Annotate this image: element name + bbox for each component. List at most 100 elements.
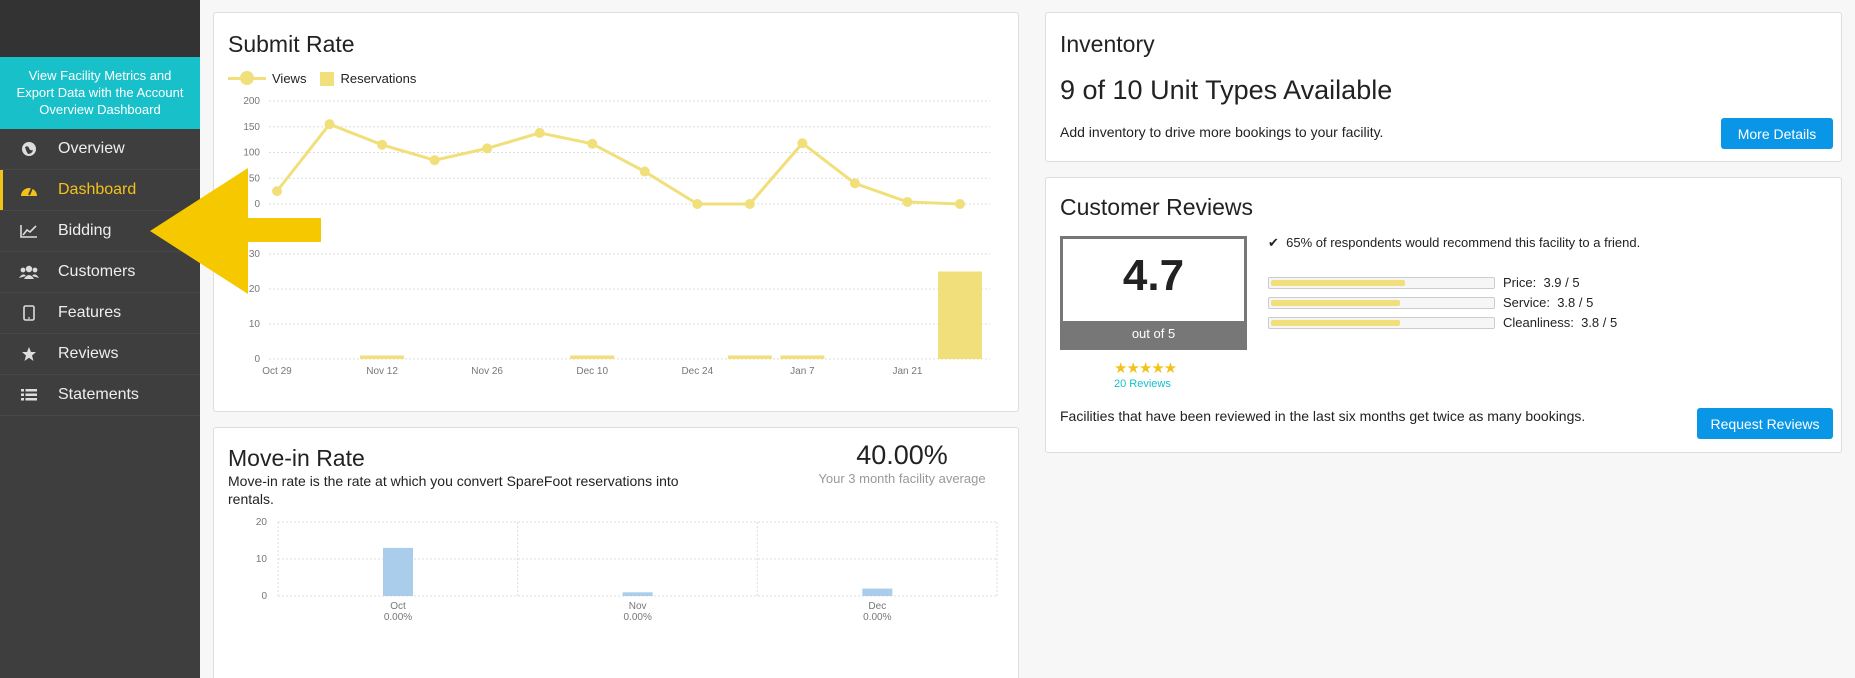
- x-tick-label: Nov: [629, 601, 647, 612]
- tablet-icon: [0, 305, 58, 321]
- dashboard-gauge-icon: [0, 183, 58, 197]
- sidebar-item-features[interactable]: Features: [0, 293, 200, 334]
- views-point: [692, 199, 703, 209]
- line-chart-icon: [0, 224, 58, 238]
- y-tick-label: 150: [243, 122, 260, 133]
- views-line: [275, 122, 961, 206]
- rating-stars-icon: ★★★★★: [1114, 360, 1177, 377]
- reservation-bar: [727, 355, 772, 359]
- rating-score-box: 4.7 out of 5: [1060, 236, 1247, 350]
- sidebar-header: [0, 0, 200, 57]
- list-icon: [0, 388, 58, 402]
- reviews-footer-text: Facilities that have been reviewed in th…: [1060, 408, 1586, 424]
- y-tick-label: 200: [243, 96, 260, 107]
- customer-reviews-title: Customer Reviews: [1060, 194, 1253, 220]
- move-in-bar: [622, 592, 653, 596]
- rating-bar-track: [1268, 296, 1495, 309]
- sidebar-item-label: Reviews: [58, 345, 119, 362]
- move-in-bar: [862, 588, 893, 596]
- views-point: [324, 119, 335, 130]
- views-point: [587, 138, 598, 149]
- x-tick-label: Jan 21: [892, 366, 922, 377]
- rating-row-cleanliness: Cleanliness: 3.8 / 5: [1268, 315, 1617, 330]
- x-tick-sublabel: 0.00%: [623, 612, 651, 623]
- reservation-bar: [938, 271, 982, 359]
- sidebar-item-label: Features: [58, 304, 122, 321]
- star-icon: [0, 346, 58, 362]
- move-in-rate-chart: 01020Oct0.00%Nov0.00%Dec0.00%: [256, 517, 998, 623]
- views-point: [849, 178, 860, 189]
- reservation-bar: [780, 355, 825, 359]
- x-tick-label: Dec 24: [681, 366, 713, 377]
- customer-reviews-card: Customer Reviews 4.7 out of 5 ★★★★★ 20 R…: [1045, 177, 1842, 453]
- rating-label: Service:: [1503, 295, 1550, 310]
- rating-label: Price:: [1503, 275, 1537, 290]
- x-tick-label: Nov 26: [471, 366, 503, 377]
- x-tick-label: Oct 29: [262, 366, 292, 377]
- y-tick-label: 0: [254, 354, 260, 365]
- sidebar-item-label: Overview: [58, 140, 125, 157]
- rating-value: 3.9 / 5: [1543, 275, 1580, 290]
- rating-label: Cleanliness:: [1503, 315, 1574, 330]
- sidebar-item-label: Statements: [58, 386, 139, 403]
- globe-icon: [0, 141, 58, 157]
- rating-score-sub: out of 5: [1063, 321, 1244, 347]
- x-tick-sublabel: 0.00%: [384, 612, 412, 623]
- views-point: [482, 143, 493, 154]
- sidebar-item-label: Dashboard: [58, 181, 137, 198]
- y-tick-label: 0: [261, 591, 267, 602]
- rating-bar-fill: [1271, 319, 1400, 326]
- views-point: [797, 138, 808, 149]
- views-point: [955, 199, 965, 209]
- sidebar-item-statements[interactable]: Statements: [0, 375, 200, 416]
- y-tick-label: 100: [243, 148, 260, 159]
- views-point: [377, 139, 388, 150]
- x-tick-sublabel: 0.00%: [863, 612, 891, 623]
- rating-value: 3.8 / 5: [1581, 315, 1618, 330]
- x-tick-label: Dec: [868, 601, 886, 612]
- views-point: [639, 166, 650, 177]
- x-tick-label: Oct: [390, 601, 406, 612]
- recommend-text: 65% of respondents would recommend this …: [1286, 235, 1641, 250]
- move-in-rate-card: Move-in Rate Move-in rate is the rate at…: [213, 427, 1019, 678]
- rating-bar-track: [1268, 316, 1495, 329]
- x-tick-label: Nov 12: [366, 366, 398, 377]
- rating-score: 4.7: [1122, 251, 1185, 300]
- y-tick-label: 10: [249, 319, 261, 330]
- reservation-bar: [360, 355, 405, 359]
- rating-bar-fill: [1271, 279, 1405, 286]
- annotation-arrow: [150, 168, 321, 294]
- rating-bar-fill: [1271, 299, 1400, 306]
- views-point: [902, 196, 913, 207]
- submit-rate-card: Submit Rate Views Reservations 0 50 100 150…: [213, 12, 1019, 412]
- y-tick-label: 20: [256, 517, 268, 528]
- sidebar-item-reviews[interactable]: Reviews: [0, 334, 200, 375]
- reservation-bar: [570, 355, 615, 359]
- rating-value: 3.8 / 5: [1557, 295, 1594, 310]
- move-in-bar: [383, 547, 413, 596]
- views-point: [429, 155, 440, 166]
- users-icon: [0, 265, 58, 279]
- x-tick-label: Jan 7: [790, 366, 815, 377]
- inventory-description: Add inventory to drive more bookings to …: [1060, 124, 1384, 140]
- inventory-card: Inventory 9 of 10 Unit Types Available A…: [1045, 12, 1842, 162]
- recommend-line: ✔ 65% of respondents would recommend thi…: [1268, 235, 1640, 251]
- views-point: [534, 127, 545, 138]
- rating-bar-track: [1268, 276, 1495, 289]
- dashboard-promo-banner[interactable]: View Facility Metrics and Export Data wi…: [0, 57, 200, 129]
- review-count-link[interactable]: 20 Reviews: [1114, 378, 1171, 390]
- check-icon: ✔: [1268, 235, 1279, 250]
- sidebar-item-label: Customers: [58, 263, 136, 280]
- submit-rate-chart: 0501001502000102030Oct 29 Nov 12 Nov 26 Dec…: [243, 96, 990, 377]
- sidebar-item-overview[interactable]: Overview: [0, 129, 200, 170]
- x-tick-label: Dec 10: [576, 366, 608, 377]
- y-tick-label: 10: [256, 554, 268, 565]
- rating-row-service: Service: 3.8 / 5: [1268, 295, 1593, 310]
- sidebar-item-label: Bidding: [58, 222, 112, 239]
- request-reviews-button[interactable]: Request Reviews: [1697, 408, 1833, 439]
- more-details-button[interactable]: More Details: [1721, 118, 1833, 149]
- rating-row-price: Price: 3.9 / 5: [1268, 275, 1580, 290]
- views-point: [744, 199, 755, 209]
- inventory-title: Inventory: [1060, 31, 1155, 57]
- inventory-headline: 9 of 10 Unit Types Available: [1060, 75, 1393, 105]
